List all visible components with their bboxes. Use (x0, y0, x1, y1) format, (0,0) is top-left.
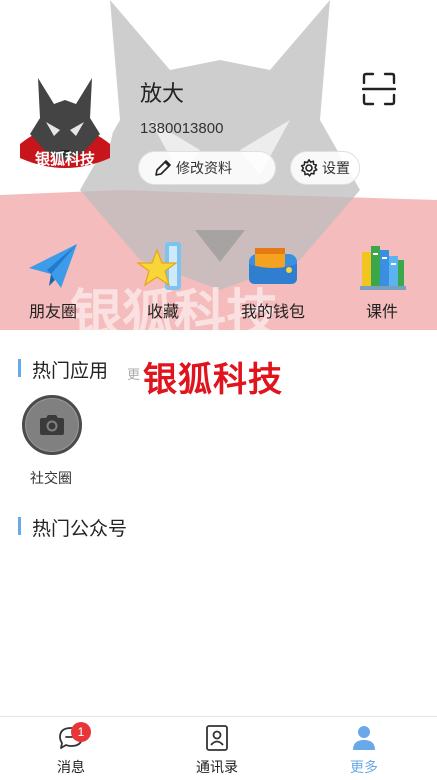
brand-overlay-text: 银狐科技 (143, 360, 283, 400)
wallet-icon (249, 248, 297, 284)
tab-more[interactable]: 更多 (314, 717, 414, 780)
shortcut-moments[interactable]: 朋友圈 (8, 236, 98, 322)
camera-icon (22, 395, 82, 455)
profile-header: 银狐科技 银狐科技 放大 1380013800 修改资料 设置 朋友圈 收藏 我… (0, 0, 437, 330)
avatar-logo-text: 银狐科技 (35, 150, 96, 168)
gear-icon (300, 159, 318, 177)
shortcut-label: 课件 (365, 302, 398, 321)
books-icon (360, 246, 406, 290)
bottom-tab-bar: 1 消息 通讯录 更多 (0, 716, 437, 780)
tab-label: 消息 (57, 760, 85, 776)
settings-button[interactable]: 设置 (290, 151, 360, 185)
shortcut-courseware[interactable]: 课件 (337, 236, 427, 322)
unread-badge: 1 (71, 722, 91, 742)
more-link[interactable]: 更 (127, 364, 140, 383)
shortcut-wallet[interactable]: 我的钱包 (228, 236, 318, 322)
avatar[interactable]: 银狐科技 (16, 78, 114, 176)
shortcut-label: 收藏 (146, 302, 179, 321)
phone-number: 1380013800 (140, 120, 224, 137)
edit-profile-label: 修改资料 (176, 161, 232, 177)
shortcut-row: 朋友圈 收藏 我的钱包 课件 (0, 236, 437, 326)
shortcut-label: 朋友圈 (28, 302, 77, 321)
app-social-circle[interactable] (22, 395, 84, 455)
tab-contacts[interactable]: 通讯录 (167, 717, 267, 780)
person-icon (353, 726, 375, 750)
contacts-icon (206, 725, 228, 751)
tab-label: 更多 (350, 760, 378, 776)
shortcut-label: 我的钱包 (240, 302, 305, 321)
star-icon (136, 242, 181, 290)
username: 放大 (140, 82, 185, 107)
settings-label: 设置 (322, 161, 350, 177)
paper-plane-icon (29, 244, 77, 288)
shortcut-favorites[interactable]: 收藏 (118, 236, 208, 322)
tab-label: 通讯录 (196, 760, 238, 776)
app-label: 社交圈 (30, 471, 72, 487)
pencil-icon (155, 160, 171, 176)
hot-apps-title: 热门应用 (18, 356, 108, 383)
edit-profile-button[interactable]: 修改资料 (138, 151, 276, 185)
scan-icon[interactable] (362, 72, 396, 106)
tab-messages[interactable]: 1 消息 (21, 717, 121, 780)
hot-accounts-title: 热门公众号 (18, 514, 127, 541)
